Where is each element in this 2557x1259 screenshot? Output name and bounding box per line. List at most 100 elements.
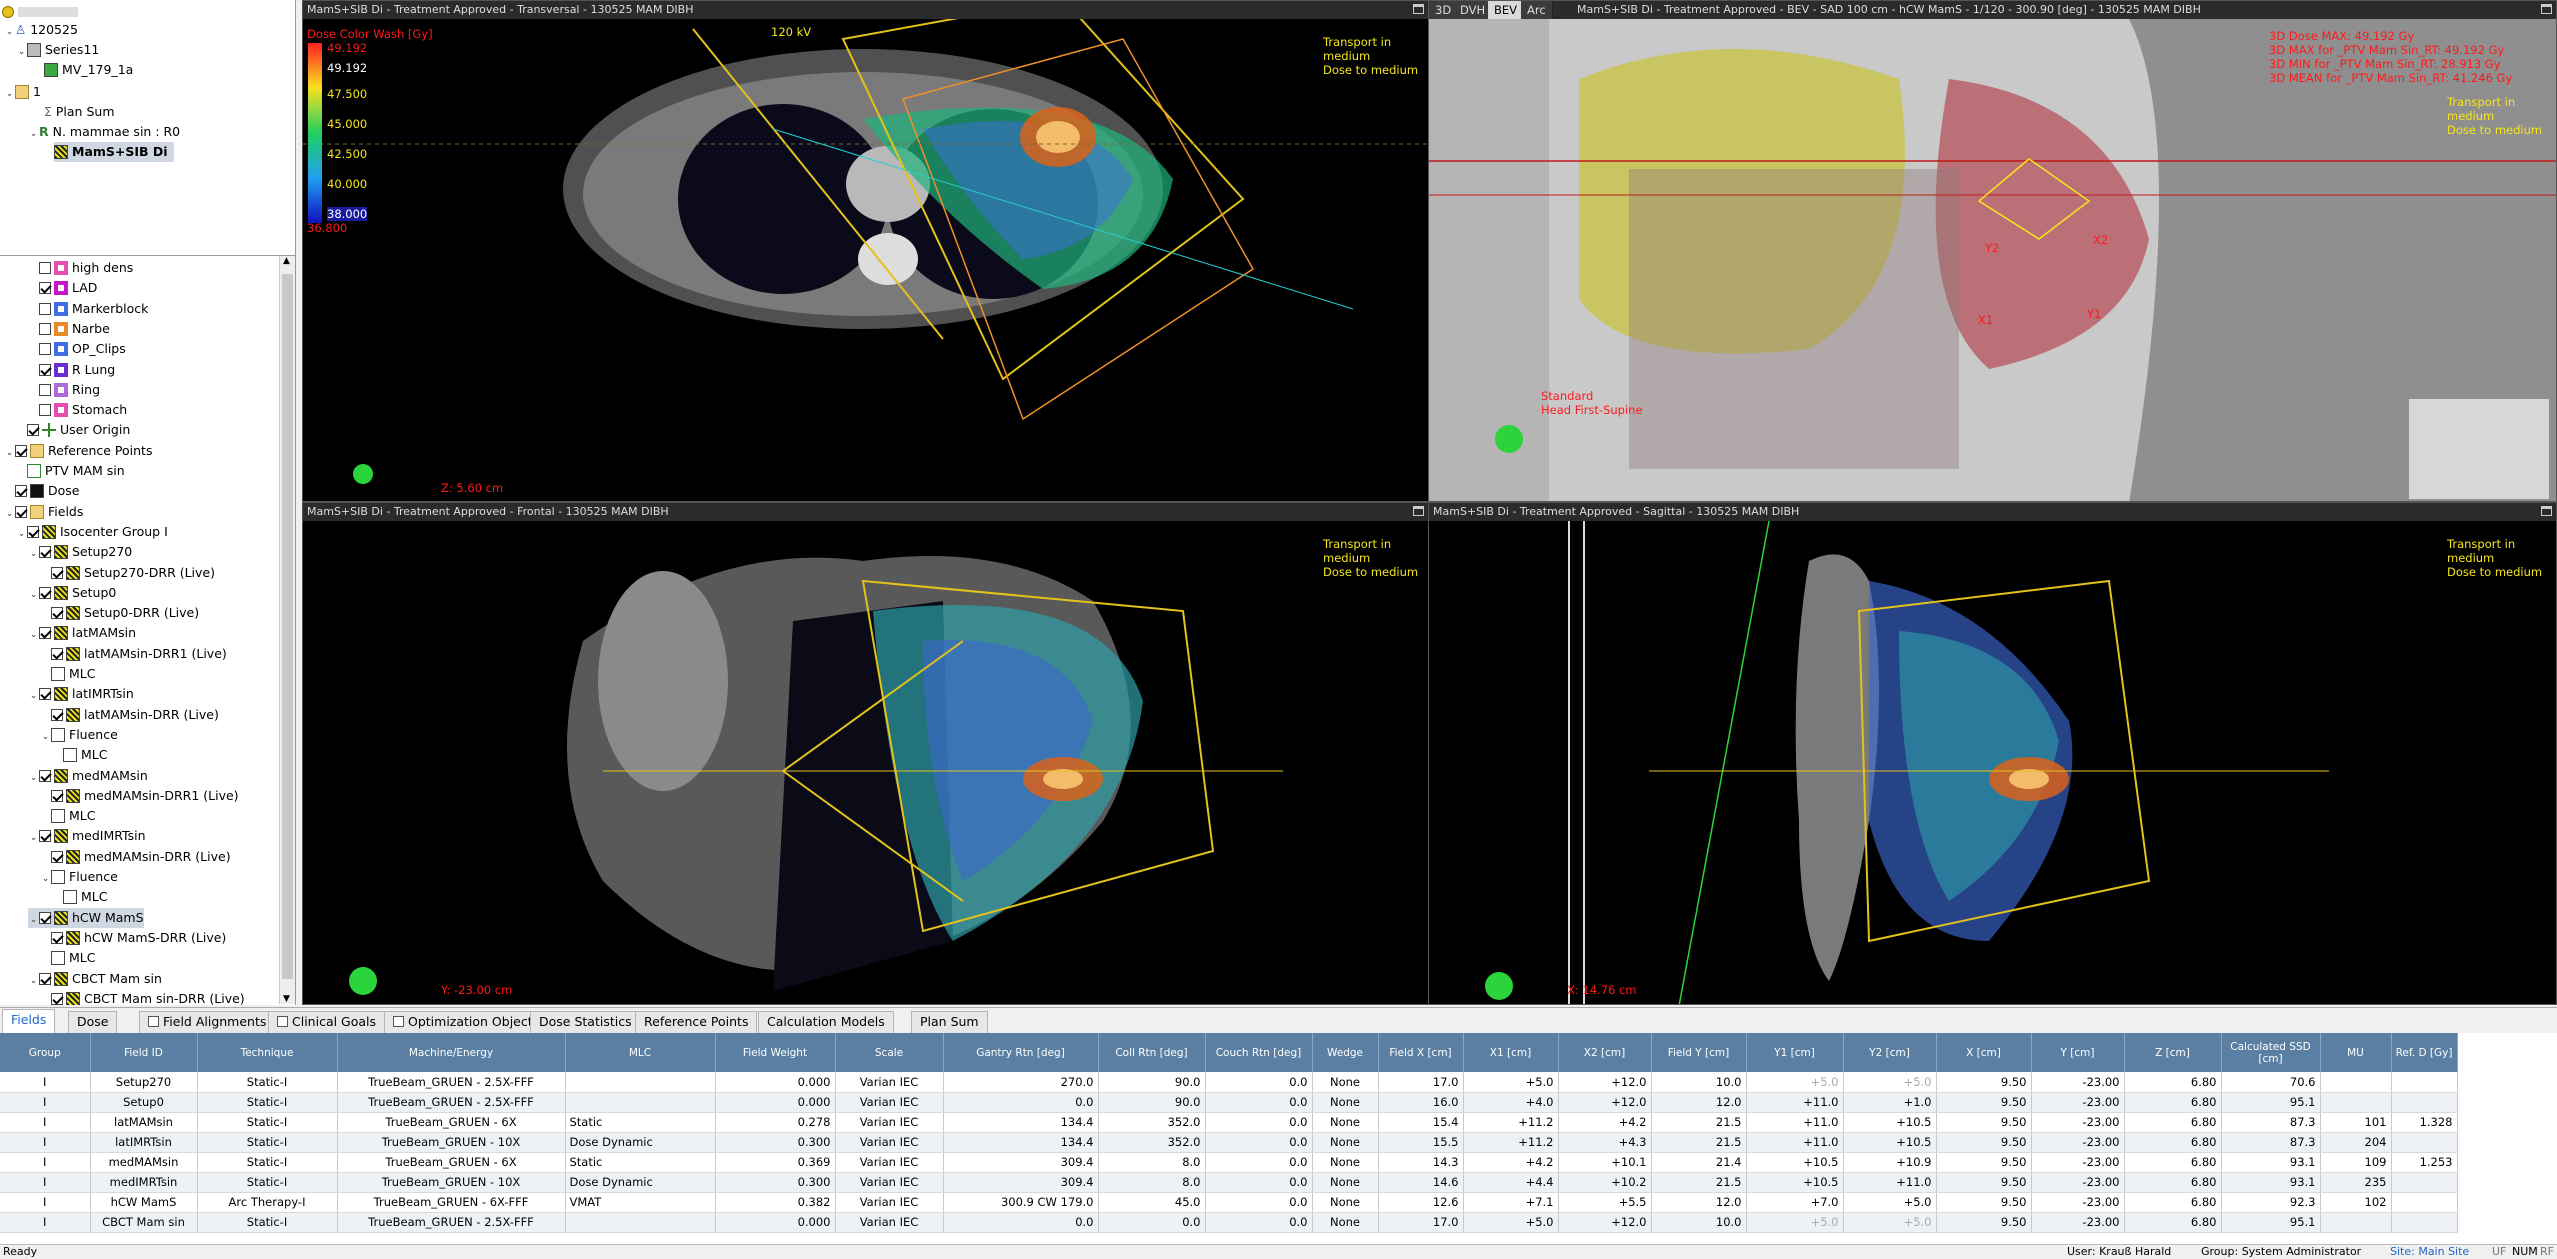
- visibility-checkbox[interactable]: [39, 282, 51, 295]
- column-header[interactable]: Y1 [cm]: [1746, 1033, 1844, 1072]
- tree-course[interactable]: ⌄ 1: [4, 82, 41, 102]
- column-header[interactable]: X2 [cm]: [1558, 1033, 1652, 1072]
- visibility-checkbox[interactable]: [51, 931, 63, 944]
- table-row[interactable]: ImedIMRTsin Static-I TrueBeam_GRUEN - 10X D…: [0, 1172, 2458, 1193]
- bev-view[interactable]: 3D DVH BEV Arc MamS+SIB Di - Treatment A…: [1428, 0, 2557, 502]
- collapse-icon[interactable]: ⌄: [16, 524, 27, 544]
- collapse-icon[interactable]: ⌄: [28, 828, 39, 848]
- tree-item[interactable]: ⌄ Fluence: [40, 725, 118, 745]
- status-site[interactable]: Site: Main Site: [2390, 1245, 2469, 1259]
- visibility-checkbox[interactable]: [27, 525, 39, 538]
- tree-item[interactable]: Narbe: [28, 319, 110, 339]
- tree-item[interactable]: MLC: [52, 887, 107, 907]
- tree-item[interactable]: LAD: [28, 278, 97, 298]
- column-header[interactable]: Couch Rtn [deg]: [1205, 1033, 1313, 1072]
- tree-item[interactable]: ⌄ Fields: [4, 502, 83, 522]
- tree-image[interactable]: MV_179_1a: [44, 60, 133, 80]
- tree-item[interactable]: ⌄ hCW MamS: [28, 907, 144, 930]
- table-row[interactable]: I Setup0 Static-I TrueBeam_GRUEN - 2.5X-FFF…: [0, 1092, 2458, 1113]
- collapse-icon[interactable]: ⌄: [28, 124, 39, 144]
- visibility-checkbox[interactable]: [39, 688, 51, 701]
- sagittal-view[interactable]: MamS+SIB Di - Treatment Approved - Sagit…: [1428, 502, 2557, 1005]
- column-header[interactable]: Field Y [cm]: [1651, 1033, 1747, 1072]
- collapse-icon[interactable]: ⌄: [28, 971, 39, 991]
- tree-item[interactable]: latMAMsin-DRR1 (Live): [40, 644, 227, 664]
- visibility-checkbox[interactable]: [51, 607, 63, 620]
- maximize-icon[interactable]: [1413, 4, 1424, 14]
- table-row[interactable]: I CBCT Mam sin Static-I TrueBeam_GRUEN - 2.…: [0, 1212, 2458, 1233]
- visibility-checkbox[interactable]: [15, 444, 27, 457]
- visibility-checkbox[interactable]: [15, 485, 27, 498]
- frontal-image[interactable]: [303, 521, 1429, 1005]
- collapse-icon[interactable]: ⌄: [4, 443, 15, 463]
- tree-item[interactable]: hCW MamS-DRR (Live): [40, 928, 226, 948]
- tab-checkbox[interactable]: [277, 1016, 288, 1027]
- visibility-checkbox[interactable]: [39, 972, 51, 985]
- maximize-icon[interactable]: [2541, 506, 2552, 516]
- tree-item[interactable]: high dens: [28, 258, 133, 278]
- tree-item[interactable]: Ring: [28, 380, 100, 400]
- tree-item[interactable]: User Origin: [16, 420, 130, 440]
- tree-item[interactable]: MLC: [40, 948, 95, 968]
- visibility-checkbox[interactable]: [39, 627, 51, 640]
- column-header[interactable]: Field ID: [90, 1033, 198, 1072]
- tree-scrollbar[interactable]: ▲ ▼: [279, 256, 295, 1004]
- tab-clinical-goals[interactable]: Clinical Goals: [268, 1011, 386, 1033]
- tree-item[interactable]: CBCT Mam sin-DRR (Live): [40, 989, 245, 1005]
- tab-dvh[interactable]: DVH: [1454, 1, 1493, 19]
- column-header[interactable]: Machine/Energy: [337, 1033, 566, 1072]
- transversal-view[interactable]: MamS+SIB Di - Treatment Approved - Trans…: [302, 0, 1429, 502]
- tree-item[interactable]: ⌄ medMAMsin: [28, 766, 148, 786]
- table-row[interactable]: IlatMAMsin Static-I TrueBeam_GRUEN - 6X Sta…: [0, 1112, 2458, 1133]
- table-row[interactable]: I Setup270 Static-I TrueBeam_GRUEN - 2.5X-F…: [0, 1072, 2458, 1093]
- collapse-icon[interactable]: ⌄: [4, 504, 15, 524]
- collapse-icon[interactable]: ⌄: [28, 544, 39, 564]
- column-header[interactable]: Field Weight: [715, 1033, 836, 1072]
- tree-item[interactable]: PTV MAM sin: [16, 461, 125, 481]
- column-header[interactable]: Scale: [835, 1033, 944, 1072]
- collapse-icon[interactable]: ⌄: [28, 910, 39, 930]
- visibility-checkbox[interactable]: [39, 302, 51, 315]
- tab-checkbox[interactable]: [148, 1016, 159, 1027]
- tree-item[interactable]: Stomach: [28, 400, 127, 420]
- transversal-image[interactable]: [303, 19, 1429, 502]
- sagittal-image[interactable]: [1429, 521, 2557, 1005]
- column-header[interactable]: Technique: [197, 1033, 338, 1072]
- collapse-icon[interactable]: ⌄: [4, 22, 15, 42]
- tab-bev[interactable]: BEV: [1488, 1, 1525, 19]
- table-row[interactable]: ImedMAMsin Static-I TrueBeam_GRUEN - 6X Sta…: [0, 1152, 2458, 1173]
- visibility-checkbox[interactable]: [39, 586, 51, 599]
- tab-plan-sum[interactable]: Plan Sum: [911, 1011, 988, 1033]
- tree-item[interactable]: ⌄ Setup270: [28, 542, 132, 562]
- column-header[interactable]: Z [cm]: [2124, 1033, 2222, 1072]
- visibility-checkbox[interactable]: [39, 363, 51, 376]
- visibility-checkbox[interactable]: [51, 789, 63, 802]
- visibility-checkbox[interactable]: [39, 383, 51, 396]
- tab-arc[interactable]: Arc: [1521, 1, 1553, 19]
- visibility-checkbox[interactable]: [51, 566, 63, 579]
- collapse-icon[interactable]: ⌄: [4, 84, 15, 104]
- collapse-icon[interactable]: ⌄: [28, 686, 39, 706]
- tree-item[interactable]: latMAMsin-DRR (Live): [40, 705, 219, 725]
- tree-item[interactable]: ⌄ latIMRTsin: [28, 684, 134, 704]
- column-header[interactable]: Field X [cm]: [1378, 1033, 1464, 1072]
- tree-item[interactable]: MLC: [40, 664, 95, 684]
- column-header[interactable]: Coll Rtn [deg]: [1098, 1033, 1206, 1072]
- tree-item[interactable]: ⌄ medIMRTsin: [28, 826, 146, 846]
- visibility-checkbox[interactable]: [27, 424, 39, 437]
- column-header[interactable]: Ref. D [Gy]: [2391, 1033, 2458, 1072]
- visibility-checkbox[interactable]: [51, 708, 63, 721]
- tree-item[interactable]: ⌄ Fluence: [40, 867, 118, 887]
- tree-item[interactable]: Dose: [4, 481, 79, 501]
- column-header[interactable]: X1 [cm]: [1463, 1033, 1559, 1072]
- scroll-down-icon[interactable]: ▼: [283, 994, 290, 1004]
- column-header[interactable]: Wedge: [1312, 1033, 1379, 1072]
- column-header[interactable]: X [cm]: [1936, 1033, 2032, 1072]
- table-row[interactable]: IlatIMRTsin Static-I TrueBeam_GRUEN - 10X D…: [0, 1132, 2458, 1153]
- scrollbar-thumb[interactable]: [282, 274, 293, 979]
- visibility-checkbox[interactable]: [51, 850, 63, 863]
- tree-item[interactable]: medMAMsin-DRR1 (Live): [40, 786, 239, 806]
- tree-item[interactable]: MLC: [52, 745, 107, 765]
- tab-fields[interactable]: Fields: [2, 1009, 56, 1034]
- tree-item[interactable]: ⌄ Isocenter Group I: [16, 522, 168, 542]
